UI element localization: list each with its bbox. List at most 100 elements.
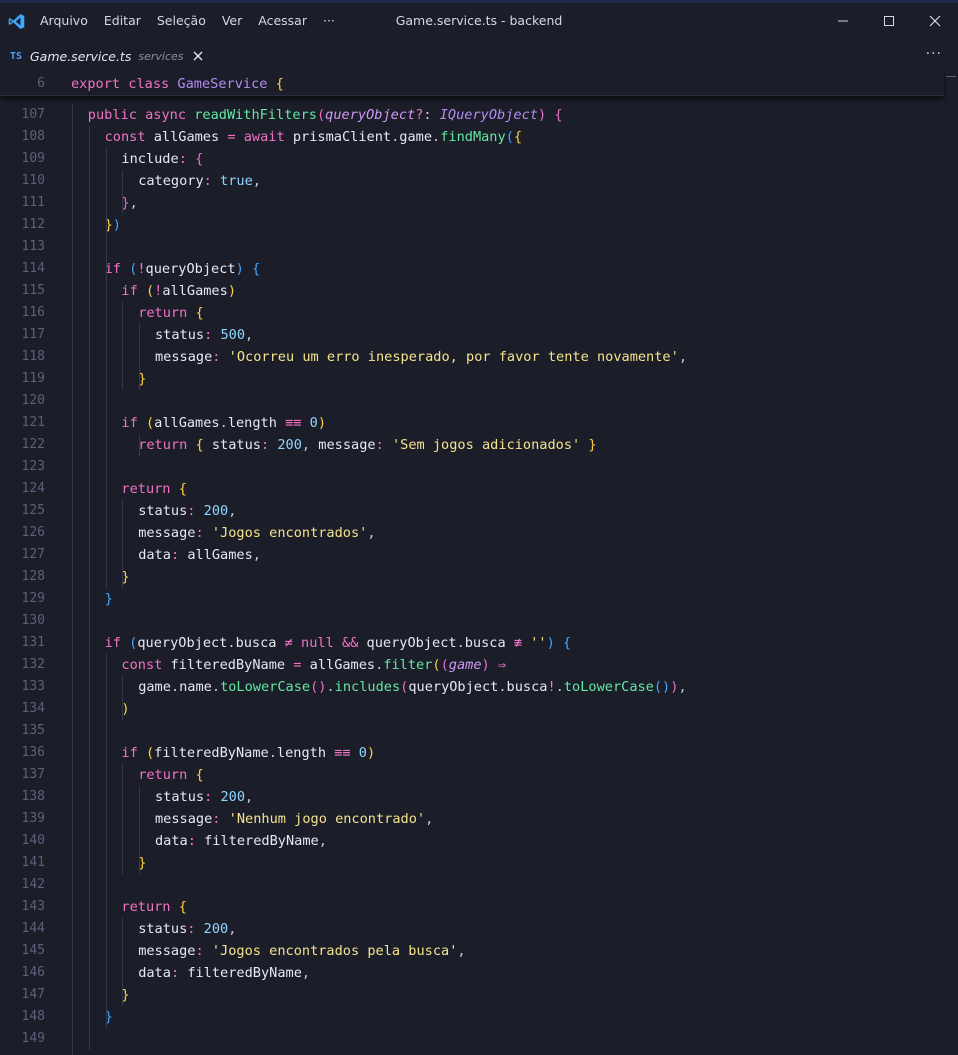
code-line[interactable]: 110 category: true, — [0, 170, 944, 192]
code-line[interactable]: 112}) — [0, 214, 944, 236]
title-bar: Arquivo Editar Seleção Ver Acessar ··· G… — [0, 3, 958, 39]
code-token: , — [252, 547, 261, 563]
menu-acessar[interactable]: Acessar — [250, 3, 315, 39]
line-number: 148 — [21, 1009, 45, 1024]
code-token: findMany — [440, 129, 506, 145]
menu-arquivo[interactable]: Arquivo — [32, 3, 96, 39]
code-token: { — [178, 481, 187, 497]
code-line[interactable]: 109 include: { — [0, 148, 944, 170]
vertical-scrollbar[interactable] — [944, 73, 958, 1055]
tab-game-service[interactable]: TS Game.service.ts services — [0, 39, 206, 73]
code-text: if (allGames.length ≡≡ 0) — [121, 412, 326, 434]
code-line[interactable]: 115 if (!allGames) — [0, 280, 944, 302]
code-line[interactable]: 120 — [0, 390, 944, 412]
code-line[interactable]: 122 return { status: 200, message: 'Sem j… — [0, 434, 944, 456]
code-line[interactable]: 113 — [0, 236, 944, 258]
code-line[interactable]: 107 public async readWithFilters(queryObj… — [0, 104, 944, 126]
menu-selecao[interactable]: Seleção — [149, 3, 214, 39]
code-line[interactable]: 133 game.name.toLowerCase().includes(quer… — [0, 676, 944, 698]
code-token: filteredByName — [187, 965, 302, 981]
code-line[interactable]: 146 data: filteredByName, — [0, 962, 944, 984]
line-number: 111 — [21, 195, 45, 210]
maximize-button[interactable] — [866, 3, 912, 39]
menu-editar[interactable]: Editar — [96, 3, 149, 39]
code-token: } — [104, 591, 113, 607]
code-line[interactable]: 108 const allGames = await prismaClient.g… — [0, 126, 944, 148]
indent-guide — [122, 500, 124, 588]
close-icon — [193, 51, 202, 61]
code-line[interactable]: 147} — [0, 984, 944, 1006]
code-token: await — [243, 129, 293, 145]
code-token: ) — [366, 745, 376, 761]
code-line[interactable]: 135 — [0, 720, 944, 742]
line-number: 123 — [21, 459, 45, 474]
code-token: : — [178, 151, 196, 167]
code-line[interactable]: 140 data: filteredByName, — [0, 830, 944, 852]
code-token: readWithFilters — [194, 107, 317, 123]
code-line[interactable]: 129} — [0, 588, 944, 610]
code-token: . — [268, 745, 277, 761]
line-number: 129 — [21, 591, 45, 606]
indent-guide — [139, 786, 141, 874]
code-line[interactable]: 126 message: 'Jogos encontrados', — [0, 522, 944, 544]
code-line[interactable]: 137 return { — [0, 764, 944, 786]
code-token: if — [104, 635, 130, 651]
code-token: true — [220, 173, 253, 189]
code-line[interactable]: 132 const filteredByName = allGames.filte… — [0, 654, 944, 676]
menu-more[interactable]: ··· — [315, 3, 343, 39]
code-token: 0 — [309, 415, 318, 431]
code-line[interactable]: 136 if (filteredByName.length ≡≡ 0) — [0, 742, 944, 764]
code-line[interactable]: 114 if (!queryObject) { — [0, 258, 944, 280]
code-editor[interactable]: 6 export class GameService { 107 public a… — [0, 73, 958, 1055]
window-controls — [820, 3, 958, 39]
code-line[interactable]: 138 status: 200, — [0, 786, 944, 808]
line-number: 114 — [21, 261, 45, 276]
code-line[interactable]: 119} — [0, 368, 944, 390]
minimize-button[interactable] — [820, 3, 866, 39]
code-line[interactable]: 123 — [0, 456, 944, 478]
code-token: , — [301, 437, 319, 453]
code-line[interactable]: 128} — [0, 566, 944, 588]
code-token: if — [104, 261, 130, 277]
code-token: 500 — [220, 327, 246, 343]
code-line[interactable]: 125 status: 200, — [0, 500, 944, 522]
line-number: 108 — [21, 129, 45, 144]
sticky-scroll-header[interactable]: 6 export class GameService { — [0, 73, 944, 96]
code-token: queryObject — [366, 635, 457, 651]
code-line[interactable]: 116 return { — [0, 302, 944, 324]
code-line[interactable]: 117 status: 500, — [0, 324, 944, 346]
code-line[interactable]: 142 — [0, 874, 944, 896]
code-line[interactable]: 130 — [0, 610, 944, 632]
code-line[interactable]: 134) — [0, 698, 944, 720]
code-line[interactable]: 148} — [0, 1006, 944, 1028]
code-line[interactable]: 141} — [0, 852, 944, 874]
vscode-logo-icon[interactable] — [0, 3, 32, 39]
code-line[interactable]: 139 message: 'Nenhum jogo encontrado', — [0, 808, 944, 830]
code-line[interactable]: 121 if (allGames.length ≡≡ 0) — [0, 412, 944, 434]
tab-close-button[interactable] — [190, 48, 206, 64]
code-line[interactable]: 111}, — [0, 192, 944, 214]
code-token: allGames — [153, 129, 228, 145]
code-token: : — [212, 811, 229, 827]
code-line[interactable]: 149 — [0, 1028, 944, 1050]
minimize-icon — [838, 20, 848, 22]
code-line[interactable]: 118 message: 'Ocorreu um erro inesperado,… — [0, 346, 944, 368]
code-token: 0 — [358, 745, 367, 761]
editor-more-actions-button[interactable]: ··· — [926, 39, 942, 73]
code-token: , — [678, 679, 687, 695]
code-line[interactable]: 124 return { — [0, 478, 944, 500]
line-number: 118 — [21, 349, 45, 364]
code-token: return — [138, 767, 196, 783]
code-line[interactable]: 143 return { — [0, 896, 944, 918]
code-token: { — [554, 107, 563, 123]
code-text: include: { — [121, 148, 203, 170]
code-line[interactable]: 144 status: 200, — [0, 918, 944, 940]
menu-ver[interactable]: Ver — [214, 3, 250, 39]
close-icon — [929, 15, 941, 27]
code-token: allGames — [162, 283, 228, 299]
close-window-button[interactable] — [912, 3, 958, 39]
code-token: class — [128, 76, 178, 92]
code-line[interactable]: 145 message: 'Jogos encontrados pela busc… — [0, 940, 944, 962]
code-line[interactable]: 127 data: allGames, — [0, 544, 944, 566]
code-line[interactable]: 131 if (queryObject.busca ≠ null && query… — [0, 632, 944, 654]
